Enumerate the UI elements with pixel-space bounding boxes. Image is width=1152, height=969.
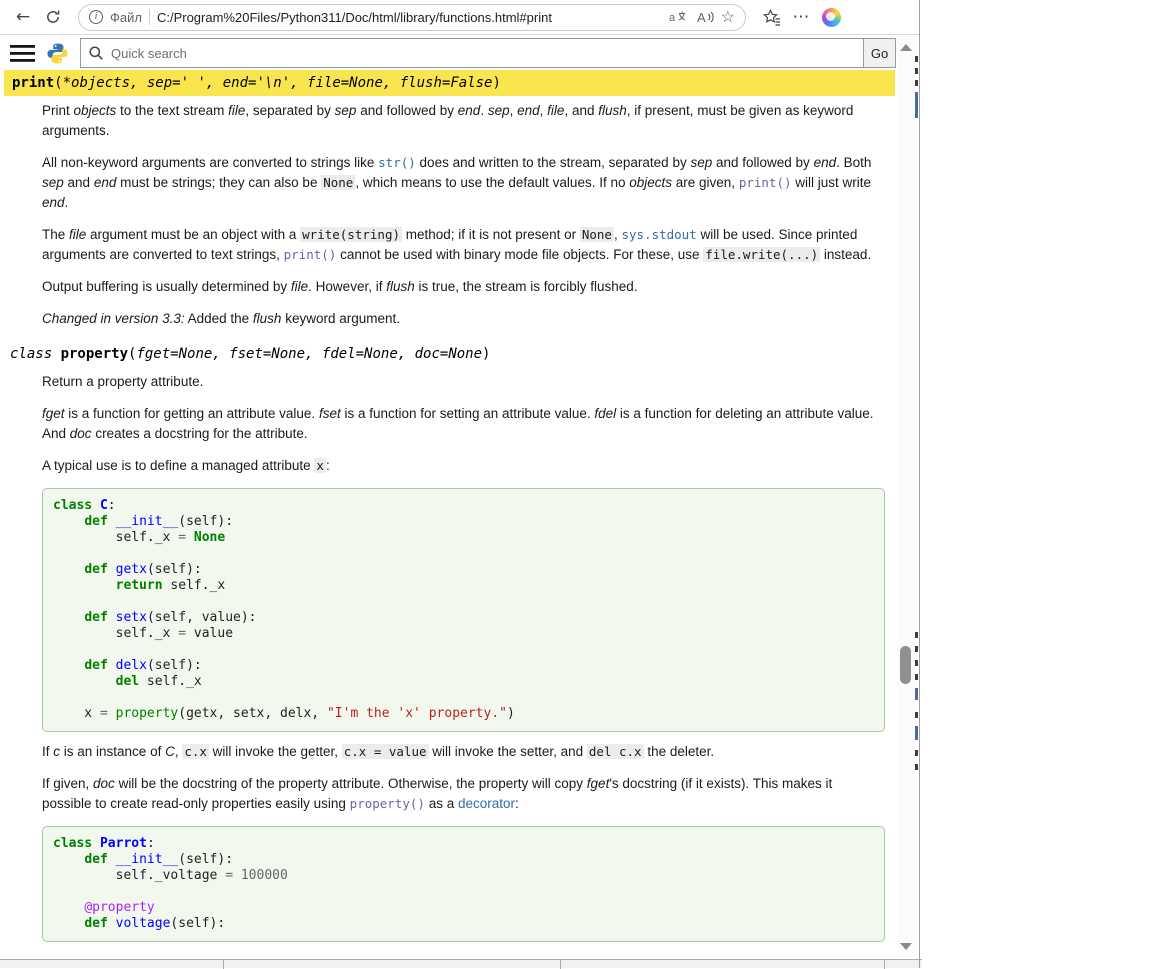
menu-icon[interactable] <box>10 45 35 62</box>
paragraph: All non-keyword arguments are converted … <box>42 153 885 213</box>
paragraph: A typical use is to define a managed att… <box>42 456 885 476</box>
translate-icon[interactable]: a <box>669 9 689 25</box>
go-button[interactable]: Go <box>863 38 896 68</box>
refresh-icon <box>45 9 61 25</box>
scroll-thumb[interactable] <box>900 646 911 684</box>
screenshot-root: { "toolbar": { "site_label": "Файл", "ur… <box>0 0 1152 968</box>
print-description: Print objects to the text stream file, s… <box>42 101 885 329</box>
version-changed-note: Changed in version 3.3: Added the flush … <box>42 309 885 329</box>
property-description: Return a property attribute. fget is a f… <box>42 372 885 942</box>
svg-text:A: A <box>697 10 706 25</box>
read-aloud-icon[interactable]: A <box>696 9 714 25</box>
svg-text:a: a <box>669 12 676 24</box>
bottom-strip <box>0 959 922 968</box>
paragraph: If given, doc will be the docstring of t… <box>42 774 885 814</box>
str-link[interactable]: str() <box>378 155 416 170</box>
paragraph: If c is an instance of C, c.x will invok… <box>42 742 885 762</box>
favorites-star-icon[interactable]: ☆ <box>721 7 735 27</box>
page-info-icon[interactable]: i <box>89 10 103 24</box>
copilot-icon <box>822 8 841 27</box>
window-edge <box>919 0 920 968</box>
address-divider <box>149 9 150 25</box>
favorites-list-button[interactable] <box>756 3 786 31</box>
search-form: Go <box>80 38 896 68</box>
browser-toolbar: ← i Файл C:/Program%20Files/Python311/Do… <box>0 0 920 35</box>
decorator-link[interactable]: decorator <box>458 796 515 811</box>
paragraph: The file argument must be an object with… <box>42 225 885 265</box>
refresh-button[interactable] <box>38 3 68 31</box>
back-button[interactable]: ← <box>8 3 38 31</box>
code-block-class-c: class C: def __init__(self): self._x = N… <box>42 488 885 732</box>
paragraph: Print objects to the text stream file, s… <box>42 101 885 141</box>
paragraph: fget is a function for getting an attrib… <box>42 404 885 444</box>
print-link[interactable]: print() <box>739 175 792 190</box>
favorites-list-icon <box>762 9 781 26</box>
code-block-parrot: class Parrot: def __init__(self): self._… <box>42 826 885 942</box>
property-link[interactable]: property() <box>350 796 425 811</box>
copilot-button[interactable] <box>816 3 846 31</box>
page-scrollbar[interactable] <box>897 36 914 958</box>
search-icon <box>88 45 104 66</box>
print-link[interactable]: print() <box>284 247 337 262</box>
docs-header: Go <box>0 36 920 70</box>
paragraph: Return a property attribute. <box>42 372 885 392</box>
search-input[interactable] <box>80 38 863 68</box>
doc-content: print(*objects, sep=' ', end='\n', file=… <box>0 70 897 960</box>
paragraph: Output buffering is usually determined b… <box>42 277 885 297</box>
scroll-up-arrow[interactable] <box>900 44 912 51</box>
property-signature: class property(fget=None, fset=None, fde… <box>0 341 897 367</box>
settings-more-button[interactable]: ⋯ <box>786 3 816 31</box>
scroll-down-arrow[interactable] <box>900 943 912 950</box>
site-label: Файл <box>110 10 142 25</box>
sys-stdout-link[interactable]: sys.stdout <box>621 227 696 242</box>
browser-window: ← i Файл C:/Program%20Files/Python311/Do… <box>0 0 920 968</box>
print-signature: print(*objects, sep=' ', end='\n', file=… <box>4 70 895 96</box>
address-bar[interactable]: i Файл C:/Program%20Files/Python311/Doc/… <box>78 4 746 31</box>
url-text: C:/Program%20Files/Python311/Doc/html/li… <box>157 10 662 25</box>
python-logo-icon[interactable] <box>46 42 69 65</box>
